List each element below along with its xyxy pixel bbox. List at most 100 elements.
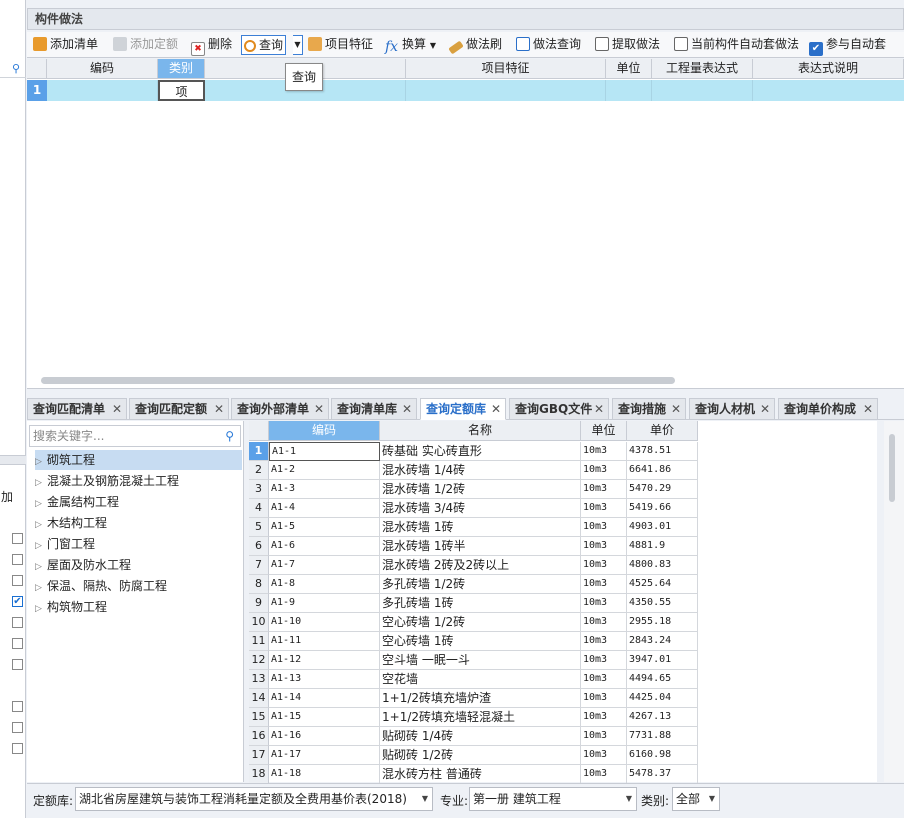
left-checkbox[interactable] — [12, 743, 23, 754]
cell-unit[interactable]: 10m3 — [581, 765, 627, 784]
horizontal-scrollbar[interactable] — [41, 377, 675, 384]
search-icon[interactable]: ⚲ — [225, 426, 234, 446]
cell-name[interactable]: 混水砖墙 1/4砖 — [380, 461, 581, 480]
cell-unit[interactable]: 10m3 — [581, 708, 627, 727]
column-header-code[interactable]: 编码 — [47, 59, 158, 79]
cell-code[interactable]: A1-2 — [269, 461, 380, 480]
expand-arrow-icon[interactable]: ▷ — [35, 578, 47, 598]
cell-unit[interactable]: 10m3 — [581, 442, 627, 461]
cell-unit[interactable]: 10m3 — [581, 689, 627, 708]
auto-participate-toggle[interactable]: ✔ 参与自动套 — [809, 35, 886, 56]
cell-unit[interactable]: 10m3 — [581, 727, 627, 746]
cell-unit[interactable]: 10m3 — [581, 499, 627, 518]
table-row[interactable]: 14 A1-14 1+1/2砖填充墙炉渣 10m3 4425.04 — [249, 689, 877, 708]
expand-arrow-icon[interactable]: ▷ — [35, 494, 47, 514]
cell-code[interactable]: A1-11 — [269, 632, 380, 651]
close-icon[interactable]: ✕ — [671, 399, 681, 419]
cell-price[interactable]: 4378.51 — [627, 442, 698, 461]
tab-match-quota[interactable]: 查询匹配定额 ✕ — [129, 398, 229, 420]
close-icon[interactable]: ✕ — [760, 399, 770, 419]
cell-unit[interactable]: 10m3 — [581, 537, 627, 556]
cell-code[interactable]: A1-8 — [269, 575, 380, 594]
close-icon[interactable]: ✕ — [491, 399, 501, 419]
table-row[interactable]: 7 A1-7 混水砖墙 2砖及2砖以上 10m3 4800.83 — [249, 556, 877, 575]
quota-lib-select[interactable]: 湖北省房屋建筑与装饰工程消耗量定额及全费用基价表(2018) ▼ — [75, 787, 433, 811]
column-header-name[interactable]: 名称 — [380, 421, 581, 441]
close-icon[interactable]: ✕ — [594, 399, 604, 419]
cell-price[interactable]: 2955.18 — [627, 613, 698, 632]
item-feature-button[interactable]: 项目特征 — [308, 35, 373, 55]
cell-name[interactable]: 空花墙 — [380, 670, 581, 689]
cell-name[interactable]: 多孔砖墙 1/2砖 — [380, 575, 581, 594]
left-checkbox[interactable] — [12, 617, 23, 628]
left-checkbox[interactable] — [12, 701, 23, 712]
cell-code[interactable]: A1-17 — [269, 746, 380, 765]
tree-item-doors-windows[interactable]: ▷ 门窗工程 — [35, 534, 242, 554]
table-row[interactable]: 15 A1-15 1+1/2砖填充墙轻混凝土 10m3 4267.13 — [249, 708, 877, 727]
table-row[interactable]: 11 A1-11 空心砖墙 1砖 10m3 2843.24 — [249, 632, 877, 651]
cell-price[interactable]: 5470.29 — [627, 480, 698, 499]
tree-item-metal-structure[interactable]: ▷ 金属结构工程 — [35, 492, 242, 512]
left-checkbox[interactable] — [12, 659, 23, 670]
table-row[interactable]: 8 A1-8 多孔砖墙 1/2砖 10m3 4525.64 — [249, 575, 877, 594]
cell-code[interactable]: A1-4 — [269, 499, 380, 518]
cell-price[interactable]: 5419.66 — [627, 499, 698, 518]
tab-external-list[interactable]: 查询外部清单 ✕ — [231, 398, 329, 420]
major-select[interactable]: 第一册 建筑工程 ▼ — [469, 787, 637, 811]
tree-item-insulation[interactable]: ▷ 保温、隔热、防腐工程 — [35, 576, 242, 596]
cell-code[interactable]: A1-14 — [269, 689, 380, 708]
column-header-category[interactable]: 类别 — [158, 59, 205, 79]
column-header-unit[interactable]: 单位 — [581, 421, 627, 441]
tree-item-roof-waterproof[interactable]: ▷ 屋面及防水工程 — [35, 555, 242, 575]
cell-unit[interactable] — [606, 80, 652, 101]
column-header-price[interactable]: 单价 — [627, 421, 698, 441]
cell-price[interactable]: 6641.86 — [627, 461, 698, 480]
expand-arrow-icon[interactable]: ▷ — [35, 473, 47, 493]
cell-code[interactable]: A1-3 — [269, 480, 380, 499]
table-row[interactable]: 12 A1-12 空斗墙 一眠一斗 10m3 3947.01 — [249, 651, 877, 670]
cell-code[interactable]: A1-18 — [269, 765, 380, 784]
query-button[interactable]: 查询 — [241, 35, 287, 55]
tab-list-library[interactable]: 查询清单库 ✕ — [331, 398, 417, 420]
convert-button[interactable]: fx 换算 ▼ — [385, 35, 436, 55]
cell-quantity-expression[interactable] — [652, 80, 753, 101]
cell-unit[interactable]: 10m3 — [581, 613, 627, 632]
cell-price[interactable]: 4494.65 — [627, 670, 698, 689]
table-row[interactable]: 10 A1-10 空心砖墙 1/2砖 10m3 2955.18 — [249, 613, 877, 632]
add-quota-button[interactable]: 添加定额 — [113, 35, 178, 55]
cell-unit[interactable]: 10m3 — [581, 518, 627, 537]
cell-name[interactable]: 贴砌砖 1/4砖 — [380, 727, 581, 746]
cell-name[interactable]: 空心砖墙 1/2砖 — [380, 613, 581, 632]
cell-code[interactable]: A1-13 — [269, 670, 380, 689]
format-brush-button[interactable]: 做法刷 — [448, 35, 502, 55]
cell-item-feature[interactable] — [406, 80, 606, 101]
column-header-unit[interactable]: 单位 — [606, 59, 652, 79]
close-icon[interactable]: ✕ — [112, 399, 122, 419]
cell-code[interactable]: A1-12 — [269, 651, 380, 670]
close-icon[interactable]: ✕ — [314, 399, 324, 419]
table-row[interactable]: 9 A1-9 多孔砖墙 1砖 10m3 4350.55 — [249, 594, 877, 613]
tree-item-masonry[interactable]: ▷ 砌筑工程 — [35, 450, 242, 470]
tab-gbq-file[interactable]: 查询GBQ文件 ✕ — [509, 398, 609, 420]
cell-unit[interactable]: 10m3 — [581, 594, 627, 613]
tab-match-list[interactable]: 查询匹配清单 ✕ — [27, 398, 127, 420]
cell-code[interactable]: A1-6 — [269, 537, 380, 556]
table-row[interactable]: 16 A1-16 贴砌砖 1/4砖 10m3 7731.88 — [249, 727, 877, 746]
cell-unit[interactable]: 10m3 — [581, 670, 627, 689]
tree-item-structures[interactable]: ▷ 构筑物工程 — [35, 597, 242, 617]
tab-quota-library[interactable]: 查询定额库 ✕ — [420, 398, 506, 420]
extract-method-button[interactable]: 提取做法 — [595, 35, 660, 55]
table-row[interactable]: 13 A1-13 空花墙 10m3 4494.65 — [249, 670, 877, 689]
table-row[interactable]: 1 A1-1 砖基础 实心砖直形 10m3 4378.51 — [249, 442, 877, 461]
cell-code[interactable]: A1-10 — [269, 613, 380, 632]
left-search-box[interactable]: ⚲ — [0, 58, 26, 78]
cell-code[interactable] — [47, 80, 158, 101]
table-row[interactable]: 18 A1-18 混水砖方柱 普通砖 10m3 5478.37 — [249, 765, 877, 784]
category-select[interactable]: 全部 ▼ — [672, 787, 720, 811]
search-icon[interactable]: ⚲ — [12, 62, 20, 75]
cell-price[interactable]: 2843.24 — [627, 632, 698, 651]
auto-method-button[interactable]: 当前构件自动套做法 — [674, 35, 799, 55]
table-row[interactable]: 6 A1-6 混水砖墙 1砖半 10m3 4881.9 — [249, 537, 877, 556]
query-dropdown-button[interactable]: ▼ — [293, 35, 303, 55]
cell-name[interactable]: 贴砌砖 1/2砖 — [380, 746, 581, 765]
